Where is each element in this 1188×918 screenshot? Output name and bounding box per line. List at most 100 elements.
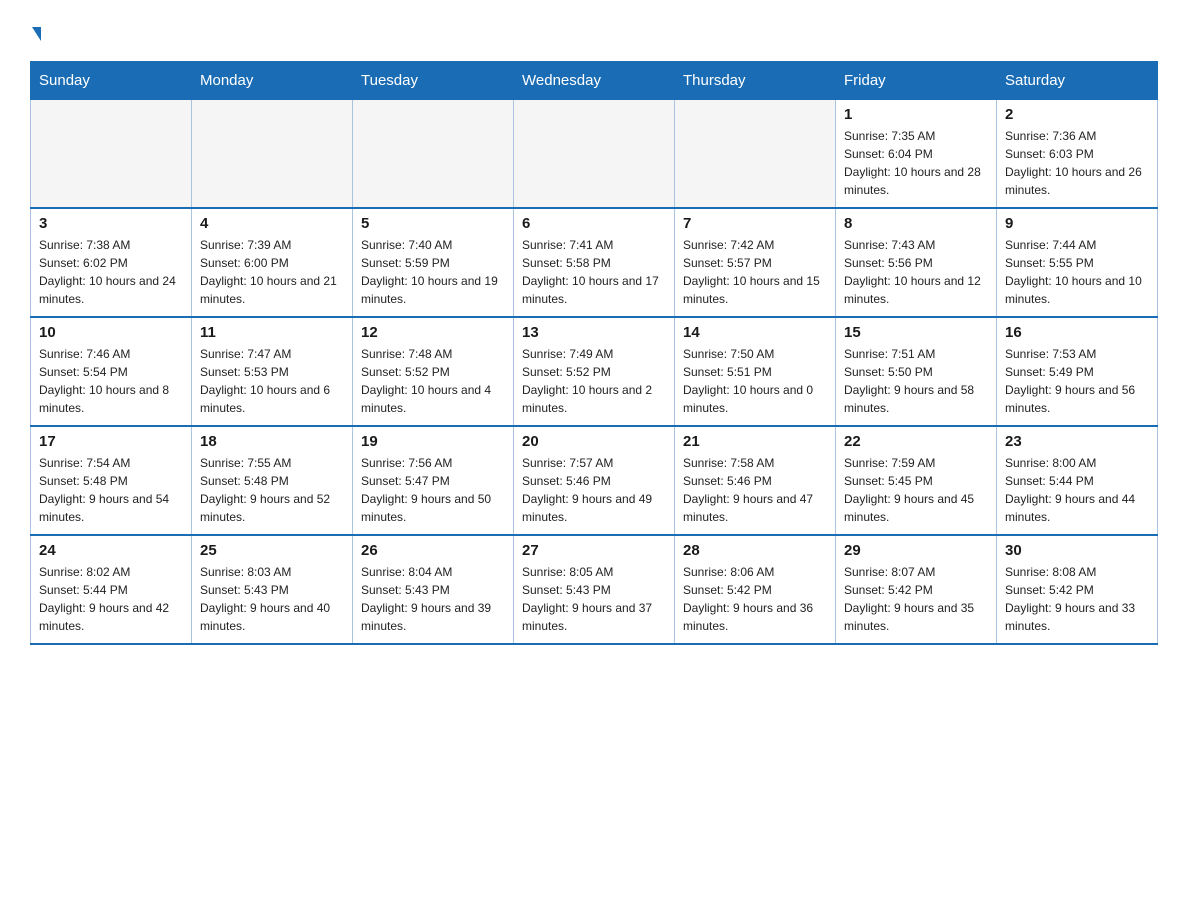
logo-text (30, 20, 41, 51)
day-number: 5 (361, 215, 505, 232)
day-number: 4 (200, 215, 344, 232)
calendar-cell: 27 Sunrise: 8:05 AMSunset: 5:43 PMDayligh… (514, 535, 675, 644)
day-number: 25 (200, 542, 344, 559)
day-info: Sunrise: 7:48 AMSunset: 5:52 PMDaylight:… (361, 345, 505, 417)
calendar-cell: 24 Sunrise: 8:02 AMSunset: 5:44 PMDayligh… (31, 535, 192, 644)
day-number: 11 (200, 324, 344, 341)
day-number: 24 (39, 542, 183, 559)
day-info: Sunrise: 8:05 AMSunset: 5:43 PMDaylight:… (522, 563, 666, 635)
calendar-cell: 4Sunrise: 7:39 AMSunset: 6:00 PMDaylight… (192, 208, 353, 317)
calendar-cell: 3 Sunrise: 7:38 AMSunset: 6:02 PMDaylight… (31, 208, 192, 317)
day-info: Sunrise: 7:54 AMSunset: 5:48 PMDaylight:… (39, 454, 183, 526)
day-number: 23 (1005, 433, 1149, 450)
calendar-cell: 5 Sunrise: 7:40 AMSunset: 5:59 PMDaylight… (353, 208, 514, 317)
day-info: Sunrise: 7:47 AMSunset: 5:53 PMDaylight:… (200, 345, 344, 417)
day-number: 16 (1005, 324, 1149, 341)
day-number: 17 (39, 433, 183, 450)
day-info: Sunrise: 7:36 AMSunset: 6:03 PMDaylight:… (1005, 127, 1149, 199)
calendar-cell: 15 Sunrise: 7:51 AMSunset: 5:50 PMDayligh… (836, 317, 997, 426)
day-info: Sunrise: 7:56 AMSunset: 5:47 PMDaylight:… (361, 454, 505, 526)
calendar-cell: 19 Sunrise: 7:56 AMSunset: 5:47 PMDayligh… (353, 426, 514, 535)
page-header (30, 20, 1158, 51)
calendar-cell: 2 Sunrise: 7:36 AMSunset: 6:03 PMDaylight… (997, 99, 1158, 208)
day-number: 15 (844, 324, 988, 341)
day-number: 26 (361, 542, 505, 559)
col-header-monday: Monday (192, 61, 353, 99)
day-number: 6 (522, 215, 666, 232)
calendar-cell (514, 99, 675, 208)
calendar-cell: 25 Sunrise: 8:03 AMSunset: 5:43 PMDayligh… (192, 535, 353, 644)
day-info: Sunrise: 7:35 AMSunset: 6:04 PMDaylight:… (844, 127, 988, 199)
calendar-cell: 6Sunrise: 7:41 AMSunset: 5:58 PMDaylight… (514, 208, 675, 317)
calendar-cell: 13 Sunrise: 7:49 AMSunset: 5:52 PMDayligh… (514, 317, 675, 426)
day-number: 21 (683, 433, 827, 450)
day-number: 29 (844, 542, 988, 559)
calendar-cell: 30Sunrise: 8:08 AMSunset: 5:42 PMDayligh… (997, 535, 1158, 644)
day-number: 8 (844, 215, 988, 232)
day-info: Sunrise: 7:43 AMSunset: 5:56 PMDaylight:… (844, 236, 988, 308)
day-info: Sunrise: 7:49 AMSunset: 5:52 PMDaylight:… (522, 345, 666, 417)
calendar-cell: 21Sunrise: 7:58 AMSunset: 5:46 PMDayligh… (675, 426, 836, 535)
calendar-week-2: 10Sunrise: 7:46 AMSunset: 5:54 PMDayligh… (31, 317, 1158, 426)
col-header-sunday: Sunday (31, 61, 192, 99)
calendar-cell: 29 Sunrise: 8:07 AMSunset: 5:42 PMDayligh… (836, 535, 997, 644)
calendar-cell: 11 Sunrise: 7:47 AMSunset: 5:53 PMDayligh… (192, 317, 353, 426)
col-header-wednesday: Wednesday (514, 61, 675, 99)
calendar-cell (353, 99, 514, 208)
day-number: 30 (1005, 542, 1149, 559)
day-number: 1 (844, 106, 988, 123)
calendar-week-1: 3 Sunrise: 7:38 AMSunset: 6:02 PMDaylight… (31, 208, 1158, 317)
calendar-cell: 10Sunrise: 7:46 AMSunset: 5:54 PMDayligh… (31, 317, 192, 426)
day-info: Sunrise: 7:53 AMSunset: 5:49 PMDaylight:… (1005, 345, 1149, 417)
day-info: Sunrise: 8:07 AMSunset: 5:42 PMDaylight:… (844, 563, 988, 635)
day-info: Sunrise: 7:59 AMSunset: 5:45 PMDaylight:… (844, 454, 988, 526)
day-info: Sunrise: 7:51 AMSunset: 5:50 PMDaylight:… (844, 345, 988, 417)
calendar-cell: 18 Sunrise: 7:55 AMSunset: 5:48 PMDayligh… (192, 426, 353, 535)
day-number: 12 (361, 324, 505, 341)
day-number: 18 (200, 433, 344, 450)
calendar-week-3: 17 Sunrise: 7:54 AMSunset: 5:48 PMDayligh… (31, 426, 1158, 535)
calendar-cell: 26 Sunrise: 8:04 AMSunset: 5:43 PMDayligh… (353, 535, 514, 644)
day-info: Sunrise: 8:00 AMSunset: 5:44 PMDaylight:… (1005, 454, 1149, 526)
calendar-cell: 14 Sunrise: 7:50 AMSunset: 5:51 PMDayligh… (675, 317, 836, 426)
day-info: Sunrise: 7:38 AMSunset: 6:02 PMDaylight:… (39, 236, 183, 308)
day-number: 9 (1005, 215, 1149, 232)
calendar-cell: 23 Sunrise: 8:00 AMSunset: 5:44 PMDayligh… (997, 426, 1158, 535)
calendar-cell: 28Sunrise: 8:06 AMSunset: 5:42 PMDayligh… (675, 535, 836, 644)
calendar-cell (31, 99, 192, 208)
day-info: Sunrise: 8:03 AMSunset: 5:43 PMDaylight:… (200, 563, 344, 635)
calendar-cell: 8 Sunrise: 7:43 AMSunset: 5:56 PMDaylight… (836, 208, 997, 317)
logo-triangle-icon (32, 27, 41, 41)
calendar-cell: 16 Sunrise: 7:53 AMSunset: 5:49 PMDayligh… (997, 317, 1158, 426)
calendar-cell: 17 Sunrise: 7:54 AMSunset: 5:48 PMDayligh… (31, 426, 192, 535)
day-number: 2 (1005, 106, 1149, 123)
calendar-cell: 22 Sunrise: 7:59 AMSunset: 5:45 PMDayligh… (836, 426, 997, 535)
calendar-week-0: 1 Sunrise: 7:35 AMSunset: 6:04 PMDaylight… (31, 99, 1158, 208)
day-info: Sunrise: 7:40 AMSunset: 5:59 PMDaylight:… (361, 236, 505, 308)
day-number: 14 (683, 324, 827, 341)
calendar-cell: 12 Sunrise: 7:48 AMSunset: 5:52 PMDayligh… (353, 317, 514, 426)
calendar-cell (192, 99, 353, 208)
calendar-table: SundayMondayTuesdayWednesdayThursdayFrid… (30, 61, 1158, 645)
day-info: Sunrise: 7:57 AMSunset: 5:46 PMDaylight:… (522, 454, 666, 526)
day-number: 27 (522, 542, 666, 559)
day-info: Sunrise: 8:04 AMSunset: 5:43 PMDaylight:… (361, 563, 505, 635)
day-number: 13 (522, 324, 666, 341)
day-number: 7 (683, 215, 827, 232)
day-info: Sunrise: 7:46 AMSunset: 5:54 PMDaylight:… (39, 345, 183, 417)
col-header-tuesday: Tuesday (353, 61, 514, 99)
day-number: 28 (683, 542, 827, 559)
day-number: 19 (361, 433, 505, 450)
day-number: 22 (844, 433, 988, 450)
calendar-header-row: SundayMondayTuesdayWednesdayThursdayFrid… (31, 61, 1158, 99)
day-info: Sunrise: 7:50 AMSunset: 5:51 PMDaylight:… (683, 345, 827, 417)
day-info: Sunrise: 7:55 AMSunset: 5:48 PMDaylight:… (200, 454, 344, 526)
day-number: 20 (522, 433, 666, 450)
col-header-friday: Friday (836, 61, 997, 99)
col-header-thursday: Thursday (675, 61, 836, 99)
day-info: Sunrise: 7:44 AMSunset: 5:55 PMDaylight:… (1005, 236, 1149, 308)
day-info: Sunrise: 8:02 AMSunset: 5:44 PMDaylight:… (39, 563, 183, 635)
day-number: 3 (39, 215, 183, 232)
calendar-cell: 1 Sunrise: 7:35 AMSunset: 6:04 PMDaylight… (836, 99, 997, 208)
calendar-cell: 20 Sunrise: 7:57 AMSunset: 5:46 PMDayligh… (514, 426, 675, 535)
